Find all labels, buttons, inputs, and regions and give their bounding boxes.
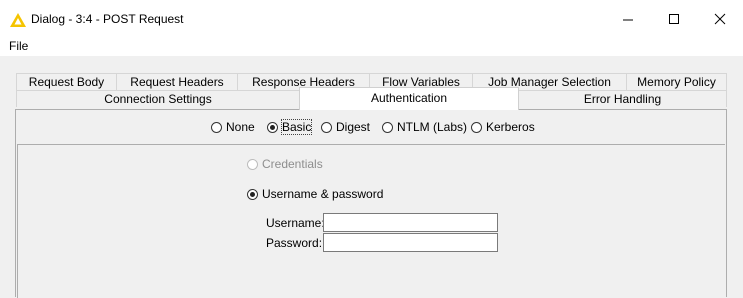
radio-ntlm-circle — [382, 121, 393, 133]
close-button[interactable] — [697, 0, 743, 38]
maximize-button[interactable] — [651, 0, 697, 38]
close-icon — [714, 13, 726, 25]
menu-bar: File — [0, 38, 743, 56]
minimize-icon — [623, 19, 633, 21]
radio-kerberos[interactable]: Kerberos — [471, 120, 535, 134]
knime-warning-triangle-icon — [10, 13, 26, 27]
radio-ntlm-label: NTLM (Labs) — [397, 120, 468, 134]
dialog-body: Request Body Request Headers Response He… — [0, 56, 743, 298]
auth-type-group: None Basic Digest NTLM (Labs) Kerberos — [16, 110, 726, 144]
tab-error-handling[interactable]: Error Handling — [518, 90, 727, 107]
radio-basic[interactable]: Basic — [267, 119, 313, 135]
minimize-button[interactable] — [605, 0, 651, 38]
tab-request-body[interactable]: Request Body — [16, 73, 117, 90]
radio-credentials-label: Credentials — [262, 157, 323, 171]
radio-digest-circle — [321, 121, 332, 133]
radio-digest[interactable]: Digest — [321, 120, 370, 134]
title-bar: Dialog - 3:4 - POST Request — [0, 0, 743, 38]
radio-basic-circle — [267, 121, 278, 133]
username-field[interactable] — [323, 213, 498, 232]
radio-username-password-label: Username & password — [262, 187, 384, 201]
tab-memory-policy[interactable]: Memory Policy — [626, 73, 727, 90]
radio-basic-label: Basic — [280, 119, 313, 135]
password-field[interactable] — [323, 233, 498, 252]
tab-connection-settings[interactable]: Connection Settings — [16, 90, 300, 107]
radio-none[interactable]: None — [211, 120, 255, 134]
tab-authentication[interactable]: Authentication — [299, 87, 519, 110]
window-title: Dialog - 3:4 - POST Request — [31, 12, 184, 26]
radio-credentials[interactable]: Credentials — [247, 157, 323, 171]
radio-none-label: None — [226, 120, 255, 134]
password-label: Password: — [266, 236, 323, 250]
radio-username-password[interactable]: Username & password — [247, 187, 383, 201]
maximize-icon — [669, 14, 679, 24]
credentials-section: Credentials Username & password Username… — [17, 144, 725, 298]
radio-username-password-circle — [247, 188, 258, 200]
radio-digest-label: Digest — [336, 120, 371, 134]
menu-file[interactable]: File — [9, 39, 28, 53]
tab-request-headers[interactable]: Request Headers — [116, 73, 238, 90]
radio-kerberos-circle — [471, 121, 482, 133]
radio-none-circle — [211, 121, 222, 133]
username-label: Username: — [266, 216, 325, 230]
radio-ntlm[interactable]: NTLM (Labs) — [382, 120, 467, 134]
radio-credentials-circle — [247, 158, 258, 170]
authentication-panel: None Basic Digest NTLM (Labs) Kerberos C… — [15, 109, 727, 298]
radio-kerberos-label: Kerberos — [486, 120, 535, 134]
